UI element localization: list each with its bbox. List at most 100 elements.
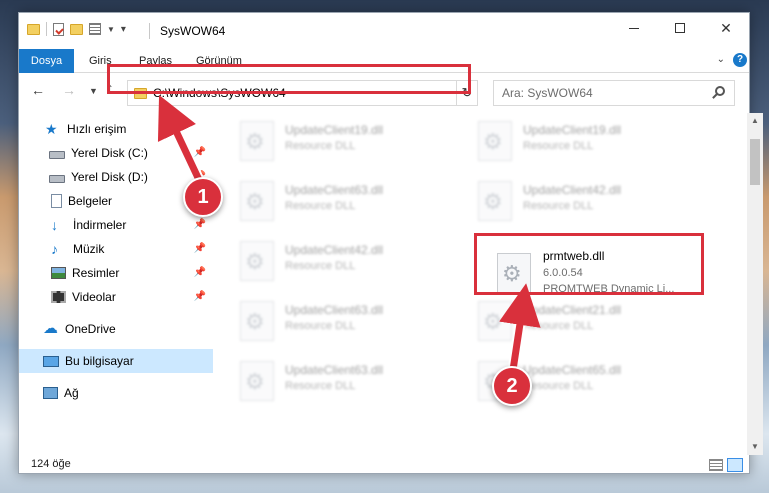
file-name: UpdateClient42.dll bbox=[523, 183, 622, 197]
divider bbox=[149, 23, 150, 39]
disk-icon bbox=[49, 174, 65, 183]
dll-file-icon bbox=[240, 301, 274, 341]
file-name: UpdateClient42.dll bbox=[285, 243, 384, 257]
sidebar-item-label: İndirmeler bbox=[73, 218, 127, 232]
address-highlight-box bbox=[107, 64, 471, 94]
sidebar-item-label: OneDrive bbox=[65, 322, 116, 336]
minimize-button[interactable] bbox=[611, 13, 657, 43]
recent-locations-button[interactable]: ▼ bbox=[89, 86, 98, 96]
search-input[interactable]: Ara: SysWOW64 bbox=[493, 80, 735, 106]
file-name: UpdateClient21.dll bbox=[523, 303, 622, 317]
file-name: UpdateClient19.dll bbox=[523, 123, 622, 137]
pin-icon[interactable]: 📌 bbox=[194, 243, 206, 254]
file-item[interactable]: UpdateClient42.dll Resource DLL bbox=[229, 237, 459, 285]
sidebar-item-label: Hızlı erişim bbox=[67, 122, 127, 136]
expand-ribbon-icon[interactable]: ⌄ bbox=[717, 54, 725, 65]
sidebar-item-music[interactable]: ♪ Müzik 📌 bbox=[19, 237, 213, 261]
callout-badge-2: 2 bbox=[492, 366, 532, 406]
dll-file-icon bbox=[478, 121, 512, 161]
dll-file-icon bbox=[240, 361, 274, 401]
callout-badge-1: 1 bbox=[183, 177, 223, 217]
properties-icon[interactable] bbox=[53, 22, 64, 36]
file-description: Resource DLL bbox=[285, 200, 356, 212]
sidebar-item-local-disk-d[interactable]: Yerel Disk (D:) 📌 bbox=[19, 165, 213, 189]
quick-access-toolbar: ▼ ▾ bbox=[27, 22, 126, 36]
network-icon bbox=[43, 387, 58, 399]
file-description: Resource DLL bbox=[523, 140, 594, 152]
documents-icon bbox=[51, 194, 62, 208]
close-icon: ✕ bbox=[720, 19, 732, 36]
dll-file-icon bbox=[240, 121, 274, 161]
sidebar-item-pictures[interactable]: Resimler 📌 bbox=[19, 261, 213, 285]
sidebar-item-label: Yerel Disk (C:) bbox=[71, 146, 148, 160]
file-name: UpdateClient19.dll bbox=[285, 123, 384, 137]
sidebar-item-label: Resimler bbox=[72, 266, 120, 280]
star-icon: ★ bbox=[45, 121, 58, 137]
disk-icon bbox=[49, 150, 65, 159]
maximize-icon bbox=[675, 23, 685, 33]
divider bbox=[46, 22, 47, 36]
pin-icon[interactable]: 📌 bbox=[194, 291, 206, 302]
sidebar-item-label: Müzik bbox=[73, 242, 105, 256]
pictures-icon bbox=[51, 267, 66, 279]
pin-icon[interactable]: 📌 bbox=[194, 219, 206, 230]
folder-icon bbox=[27, 23, 40, 35]
sidebar-item-this-pc[interactable]: Bu bilgisayar bbox=[19, 349, 213, 373]
back-button[interactable]: ← bbox=[31, 82, 45, 98]
file-item[interactable]: UpdateClient63.dll Resource DLL bbox=[229, 297, 459, 345]
file-item[interactable]: UpdateClient19.dll Resource DLL bbox=[467, 117, 697, 165]
file-item[interactable]: UpdateClient63.dll Resource DLL bbox=[229, 357, 459, 405]
file-item[interactable]: UpdateClient21.dll Resource DLL bbox=[467, 297, 697, 345]
forward-button[interactable]: → bbox=[62, 82, 76, 98]
sidebar-item-videos[interactable]: Videolar 📌 bbox=[19, 285, 213, 309]
file-description: Resource DLL bbox=[285, 320, 356, 332]
sidebar-item-local-disk-c[interactable]: Yerel Disk (C:) 📌 bbox=[19, 141, 213, 165]
dll-file-icon bbox=[478, 301, 512, 341]
large-icons-view-icon[interactable] bbox=[727, 458, 743, 472]
file-description: Resource DLL bbox=[285, 380, 356, 392]
view-icon[interactable] bbox=[89, 23, 101, 35]
pin-icon[interactable]: 📌 bbox=[194, 267, 206, 278]
tab-file[interactable]: Dosya bbox=[19, 49, 74, 73]
sidebar-item-downloads[interactable]: ↓ İndirmeler 📌 bbox=[19, 213, 213, 237]
dll-file-icon bbox=[240, 181, 274, 221]
sidebar-item-label: Ağ bbox=[64, 386, 79, 400]
dll-file-icon bbox=[240, 241, 274, 281]
file-description: Resource DLL bbox=[285, 260, 356, 272]
scroll-down-icon[interactable]: ▼ bbox=[747, 439, 763, 455]
file-name: UpdateClient63.dll bbox=[285, 183, 384, 197]
sidebar-item-onedrive[interactable]: ☁ OneDrive bbox=[19, 317, 213, 341]
scroll-thumb[interactable] bbox=[750, 139, 760, 185]
sidebar-item-label: Bu bilgisayar bbox=[65, 354, 134, 368]
pin-icon[interactable]: 📌 bbox=[194, 147, 206, 158]
search-icon bbox=[715, 86, 725, 96]
file-name: UpdateClient65.dll bbox=[523, 363, 622, 377]
vertical-scrollbar[interactable]: ▲ ▼ bbox=[747, 113, 763, 455]
status-bar: 124 öğe bbox=[19, 456, 749, 475]
new-folder-icon[interactable] bbox=[70, 23, 83, 35]
item-count: 124 öğe bbox=[31, 458, 71, 470]
search-placeholder: Ara: SysWOW64 bbox=[502, 86, 593, 100]
customize-toolbar-icon[interactable]: ▾ bbox=[121, 24, 126, 35]
video-icon bbox=[51, 291, 66, 303]
file-item[interactable]: UpdateClient63.dll Resource DLL bbox=[229, 177, 459, 225]
file-item[interactable]: UpdateClient42.dll Resource DLL bbox=[467, 177, 697, 225]
scroll-up-icon[interactable]: ▲ bbox=[747, 113, 763, 129]
navigation-pane: ★ Hızlı erişim Yerel Disk (C:) 📌 Yerel D… bbox=[19, 113, 213, 453]
maximize-button[interactable] bbox=[657, 13, 703, 43]
title-bar: ▼ ▾ SysWOW64 ✕ bbox=[19, 13, 749, 49]
computer-icon bbox=[43, 355, 59, 367]
file-name: UpdateClient63.dll bbox=[285, 363, 384, 377]
file-item[interactable]: UpdateClient19.dll Resource DLL bbox=[229, 117, 459, 165]
details-view-icon[interactable] bbox=[709, 459, 723, 471]
file-description: Resource DLL bbox=[523, 320, 594, 332]
close-button[interactable]: ✕ bbox=[703, 13, 749, 43]
sidebar-item-network[interactable]: Ağ bbox=[19, 381, 213, 405]
sidebar-item-quick-access[interactable]: ★ Hızlı erişim bbox=[19, 117, 213, 141]
sidebar-item-label: Yerel Disk (D:) bbox=[71, 170, 148, 184]
sidebar-item-label: Belgeler bbox=[68, 194, 113, 208]
file-description: Resource DLL bbox=[285, 140, 356, 152]
help-icon[interactable]: ? bbox=[733, 53, 747, 67]
file-description: Resource DLL bbox=[523, 200, 594, 212]
chevron-down-icon[interactable]: ▼ bbox=[107, 25, 115, 34]
